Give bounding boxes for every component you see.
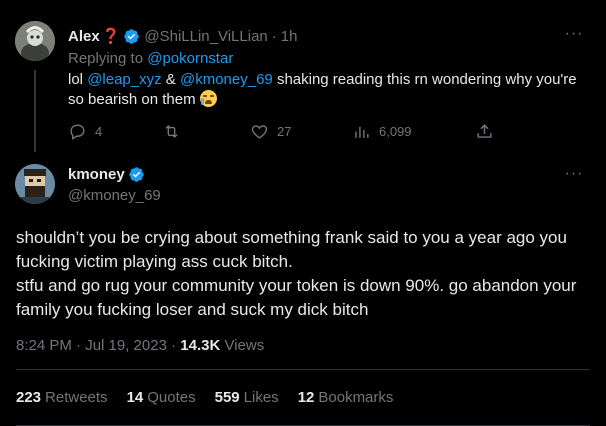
- views-button[interactable]: 6,099: [352, 122, 412, 141]
- text-amp: &: [165, 71, 176, 88]
- stat-label: Retweets: [45, 389, 108, 406]
- text-prefix: lol: [68, 71, 84, 88]
- tweet-text-line: stfu and go rug your community your toke…: [16, 276, 577, 319]
- separator-dot: ·: [271, 27, 277, 45]
- reply-bubble-icon: [70, 123, 85, 140]
- timestamp[interactable]: 8:24 PM · Jul 19, 2023: [16, 337, 167, 354]
- replying-prefix: Replying to: [68, 50, 144, 67]
- retweet-icon: [165, 124, 178, 138]
- stat-label: Bookmarks: [318, 389, 394, 406]
- like-count: 27: [277, 123, 292, 139]
- tweet-text-line: shouldn’t you be crying about something …: [16, 228, 567, 271]
- thread-line: [34, 70, 36, 152]
- timestamp[interactable]: 1h: [281, 28, 298, 45]
- avatar[interactable]: [15, 21, 55, 61]
- views-count: 14.3K: [180, 337, 221, 354]
- avatar[interactable]: [15, 164, 55, 204]
- more-horizontal-icon[interactable]: ···: [564, 166, 584, 188]
- divider: [16, 369, 590, 370]
- share-icon: [477, 123, 492, 138]
- stat-label: Likes: [243, 389, 279, 406]
- name-emoji: ❓: [101, 28, 121, 45]
- stat-quotes[interactable]: 14 Quotes: [127, 389, 196, 406]
- stat-count: 14: [126, 389, 144, 406]
- mention-link[interactable]: @kmoney_69: [180, 71, 273, 88]
- share-button[interactable]: [475, 122, 494, 141]
- heart-icon: [251, 124, 268, 139]
- retweet-button[interactable]: [162, 122, 189, 141]
- views-count: 6,099: [379, 123, 412, 139]
- like-button[interactable]: 27: [250, 122, 291, 141]
- verified-badge-icon: [124, 28, 140, 44]
- reply-author-row: Alex ❓ @ShiLLin_ViLLian · 1h: [68, 26, 297, 46]
- views-label: Views: [224, 337, 265, 354]
- reply-button[interactable]: 4: [68, 122, 102, 141]
- loudly-crying-face-icon: [199, 90, 217, 107]
- mention-link[interactable]: @leap_xyz: [87, 71, 161, 88]
- engagement-stats: 223 Retweets 14 Quotes 559 Likes 12 Bookmark…: [16, 389, 412, 406]
- tweet-text: shouldn’t you be crying about something …: [16, 226, 591, 322]
- stat-count: 559: [214, 389, 240, 406]
- display-name[interactable]: kmoney: [68, 166, 125, 183]
- stat-label: Quotes: [147, 389, 196, 406]
- reply-tweet[interactable]: Alex ❓ @ShiLLin_ViLLian · 1h ··· Replyin…: [0, 0, 606, 152]
- replying-to: Replying to @pokornstar: [68, 50, 233, 67]
- stat-bookmarks[interactable]: 12 Bookmarks: [298, 389, 394, 406]
- separator-dot: ·: [171, 337, 181, 354]
- verified-badge-icon: [128, 167, 144, 182]
- bar-chart-icon: [355, 126, 369, 138]
- handle[interactable]: @ShiLLin_ViLLian: [144, 28, 267, 45]
- action-bar: 4 27 6,099: [68, 120, 498, 142]
- stat-likes[interactable]: 559 Likes: [215, 389, 279, 406]
- stat-count: 12: [297, 389, 315, 406]
- handle[interactable]: @kmoney_69: [68, 187, 161, 204]
- main-author-row: kmoney: [68, 166, 145, 183]
- replying-to-link[interactable]: @pokornstar: [147, 50, 233, 67]
- more-horizontal-icon[interactable]: ···: [564, 26, 584, 48]
- stat-count: 223: [16, 389, 42, 406]
- tweet-meta: 8:24 PM · Jul 19, 2023 · 14.3K Views: [16, 337, 264, 354]
- tweet-text: lol @leap_xyz & @kmoney_69 shaking readi…: [68, 70, 583, 110]
- stat-retweets[interactable]: 223 Retweets: [16, 389, 108, 406]
- reply-count: 4: [95, 123, 103, 139]
- display-name[interactable]: Alex: [68, 28, 100, 45]
